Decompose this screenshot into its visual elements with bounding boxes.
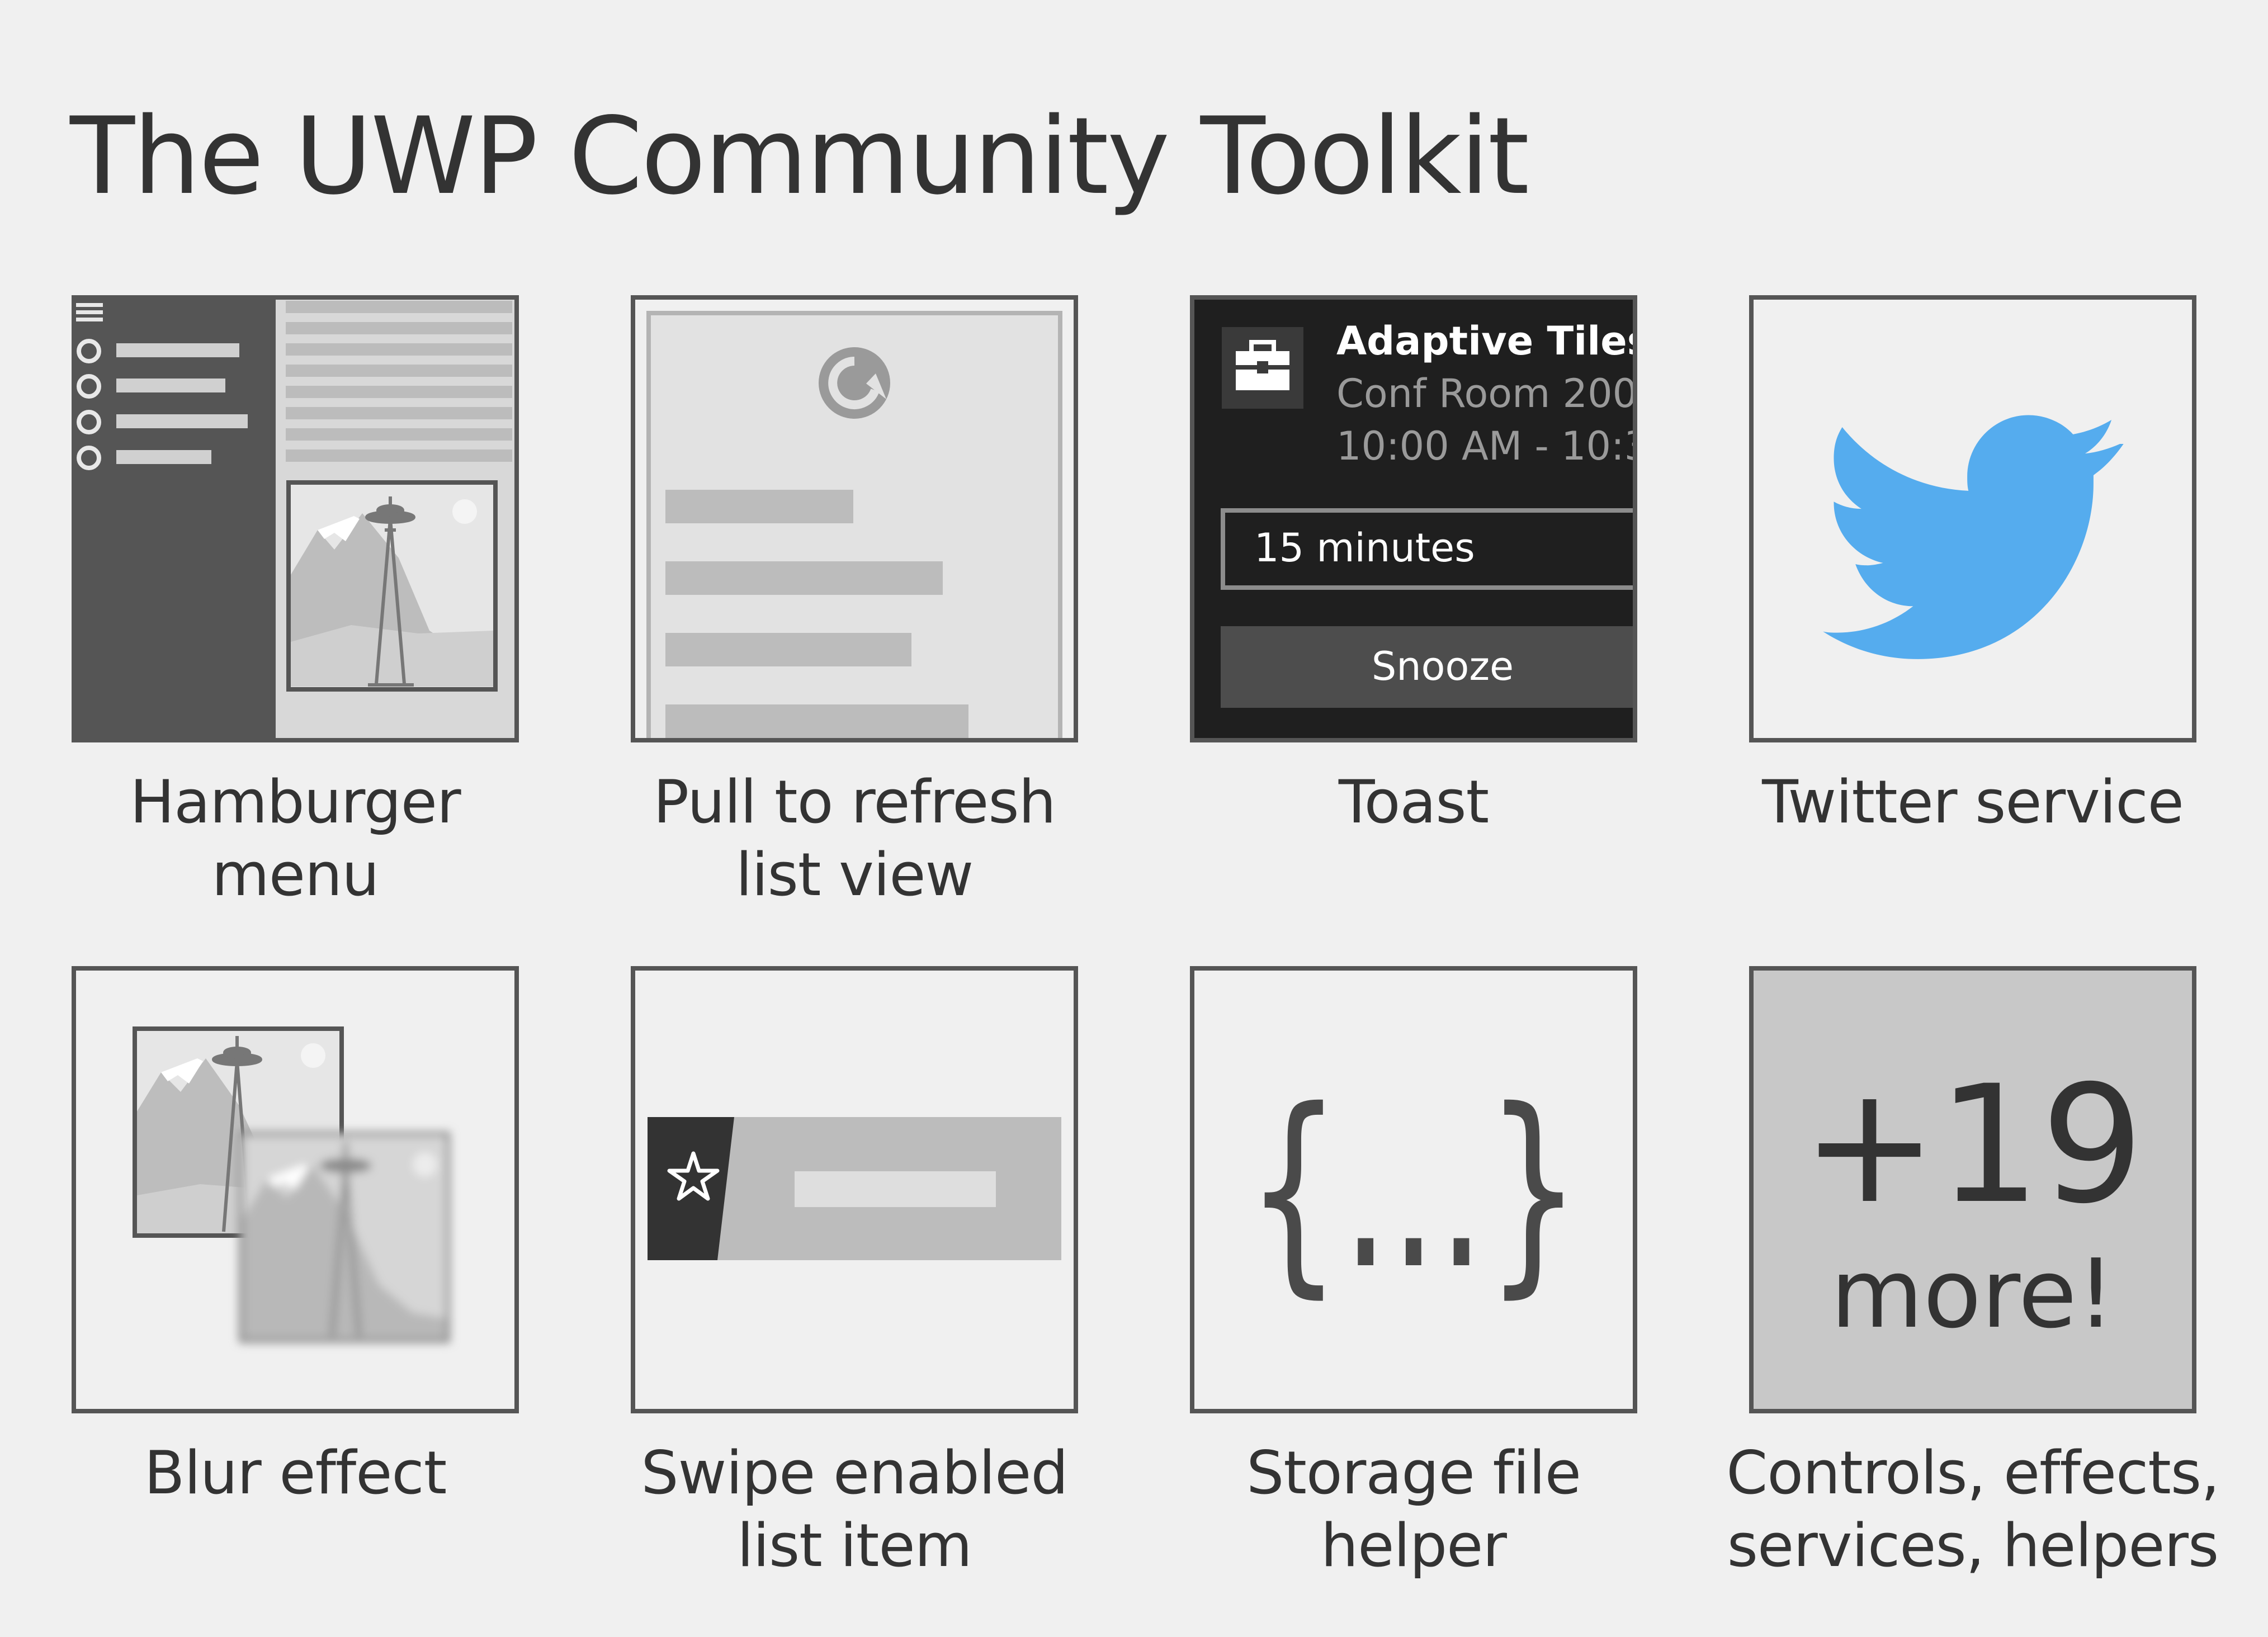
toast-line-location: Conf Room 2001	[1336, 371, 1637, 417]
snooze-button[interactable]: Snooze	[1221, 626, 1637, 708]
caption-line: list view	[735, 840, 974, 909]
page-title: The UWP Community Toolkit	[70, 94, 1529, 218]
tile-twitter-service[interactable]	[1749, 295, 2196, 742]
caption-line: helper	[1321, 1511, 1507, 1580]
tile-storage-file-helper[interactable]: {...}	[1190, 966, 1637, 1413]
nav-pane	[72, 295, 276, 742]
code-braces-icon: {...}	[1246, 1063, 1581, 1317]
caption-line: menu	[211, 840, 380, 909]
caption-line: Twitter service	[1762, 768, 2184, 836]
toast-illustration: Adaptive Tiles M Conf Room 2001 10:00 AM…	[1190, 295, 1637, 742]
caption-line: Storage file	[1246, 1439, 1581, 1507]
toast-title: Adaptive Tiles M	[1336, 318, 1637, 364]
tile-more[interactable]: +19 more!	[1749, 966, 2196, 1413]
briefcase-icon	[1222, 327, 1303, 409]
caption-line: Controls, effects,	[1726, 1439, 2220, 1507]
tile-hamburger-menu[interactable]	[72, 295, 519, 742]
swipe-list-item[interactable]	[648, 1117, 1061, 1260]
caption-line: Swipe enabled	[641, 1439, 1068, 1507]
reminder-select[interactable]: 15 minutes	[1221, 508, 1637, 590]
image-icon	[286, 480, 498, 692]
caption-blur-effect: Blur effect	[16, 1437, 575, 1510]
caption-storage-file-helper: Storage file helper	[1134, 1437, 1693, 1582]
refresh-icon	[819, 347, 890, 419]
caption-line: list item	[737, 1511, 972, 1580]
reminder-select-value: 15 minutes	[1254, 525, 1475, 571]
caption-line: Pull to refresh	[653, 768, 1056, 836]
caption-line: Blur effect	[144, 1439, 447, 1507]
tile-pull-to-refresh[interactable]	[631, 295, 1078, 742]
snooze-button-label: Snooze	[1372, 644, 1514, 689]
blurred-image	[239, 1132, 450, 1343]
caption-line: Toast	[1338, 768, 1489, 836]
pull-to-refresh-illustration	[631, 295, 1078, 742]
list-item-text-placeholder	[795, 1171, 996, 1207]
twitter-service-illustration	[1749, 295, 2196, 742]
caption-line: Hamburger	[130, 768, 461, 836]
more-label: more!	[1831, 1239, 2115, 1350]
storage-file-helper-illustration: {...}	[1190, 966, 1637, 1413]
caption-hamburger-menu: Hamburger menu	[16, 766, 575, 911]
hamburger-menu-illustration	[72, 295, 519, 742]
caption-swipe-list-item: Swipe enabled list item	[575, 1437, 1134, 1582]
caption-twitter-service: Twitter service	[1693, 766, 2252, 839]
more-count: +19	[1802, 1051, 2144, 1239]
caption-more: Controls, effects, services, helpers	[1693, 1437, 2252, 1582]
caption-pull-to-refresh: Pull to refresh list view	[575, 766, 1134, 911]
caption-line: services, helpers	[1727, 1511, 2219, 1580]
blur-effect-illustration	[72, 966, 519, 1413]
more-features-illustration: +19 more!	[1749, 966, 2196, 1413]
swipe-list-item-illustration	[631, 966, 1078, 1413]
tile-toast[interactable]: Adaptive Tiles M Conf Room 2001 10:00 AM…	[1190, 295, 1637, 742]
tile-blur-effect[interactable]	[72, 966, 519, 1413]
hamburger-menu-icon	[76, 303, 103, 321]
tile-swipe-list-item[interactable]	[631, 966, 1078, 1413]
toast-line-time: 10:00 AM - 10:30	[1336, 423, 1637, 469]
caption-toast: Toast	[1134, 766, 1693, 839]
